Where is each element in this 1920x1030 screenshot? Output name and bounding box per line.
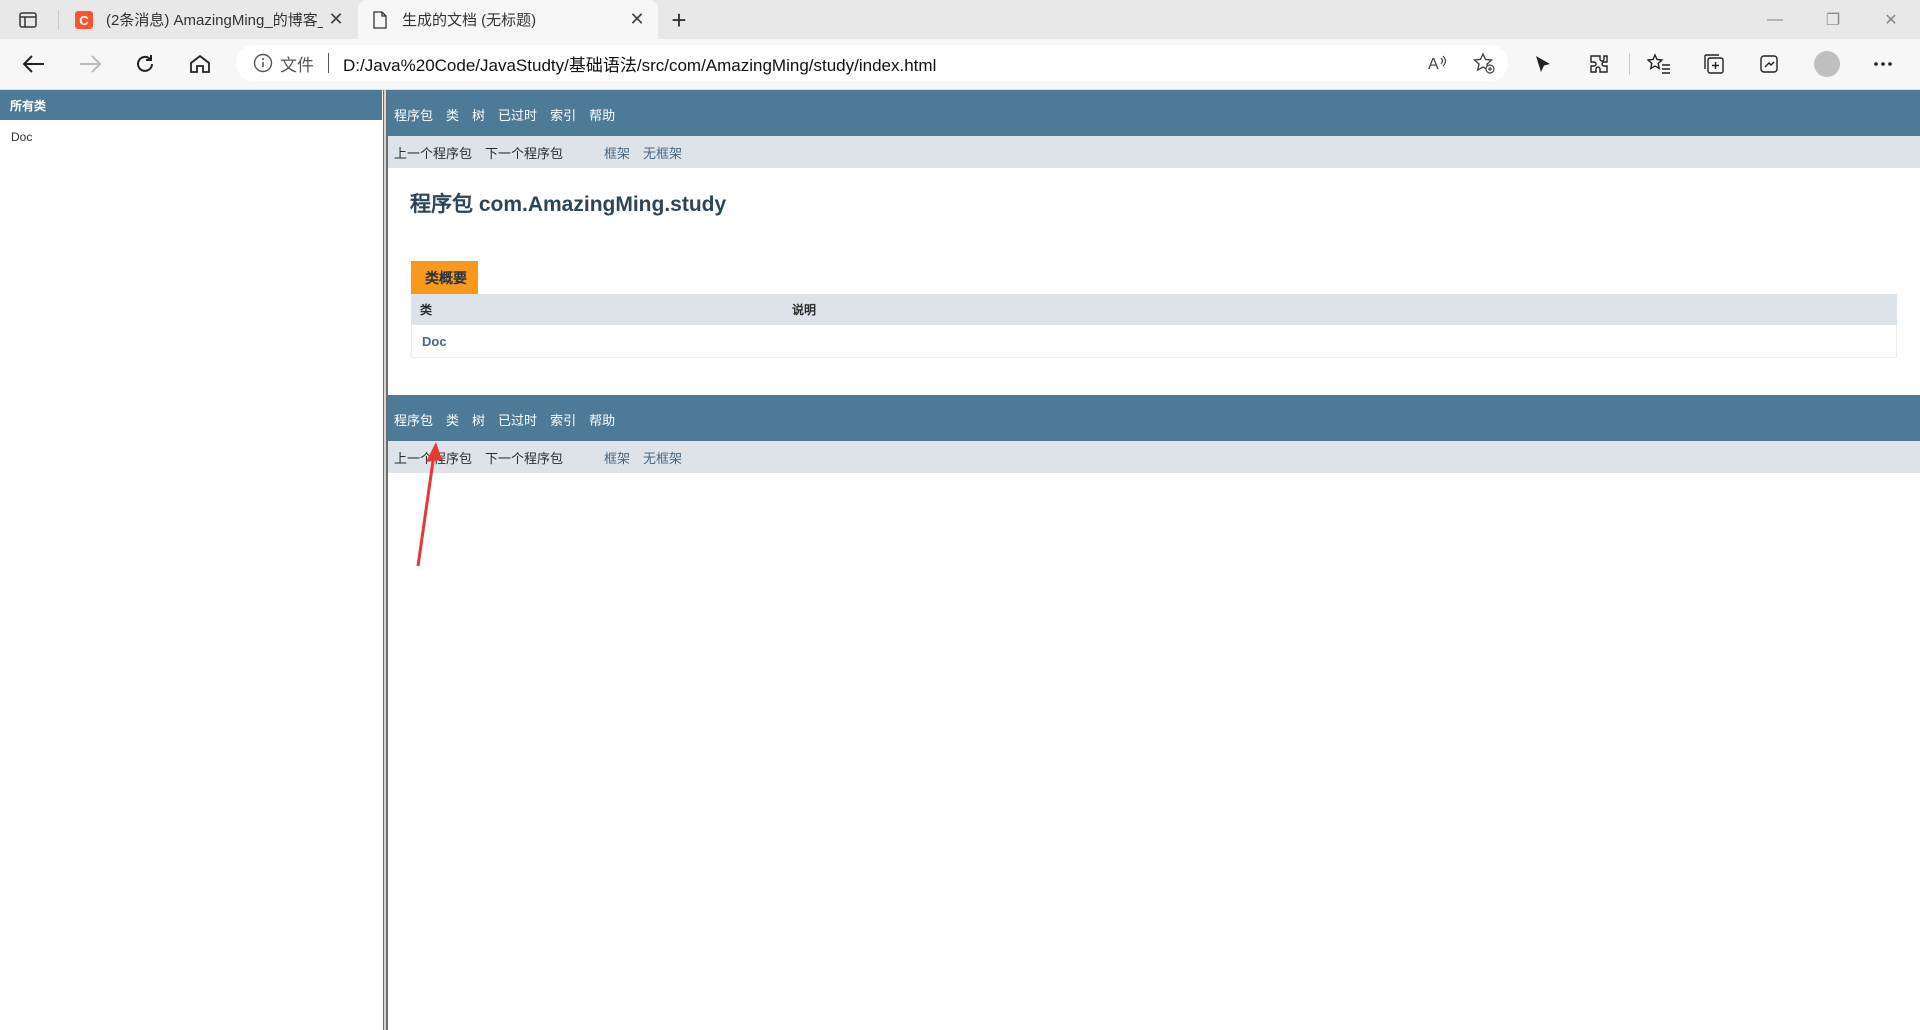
nav-class: 类 xyxy=(446,108,460,123)
nav-class: 类 xyxy=(446,413,460,428)
add-favorite-icon[interactable] xyxy=(1470,49,1498,77)
page-icon xyxy=(370,10,390,30)
nav-tree[interactable]: 树 xyxy=(472,105,485,124)
browser-toolbar: 文件 D:/Java%20Code/JavaStudty/基础语法/src/co… xyxy=(0,39,1920,90)
nav-index[interactable]: 索引 xyxy=(550,105,576,124)
class-summary-table: 类概要 类 说明 Doc xyxy=(411,261,1897,358)
bottom-nav: 程序包 类 树 已过时 索引 帮助 上一个程序包 下一个程序包 框架 无框架 xyxy=(388,395,1920,473)
nav-index[interactable]: 索引 xyxy=(550,410,576,429)
tab-title: (2条消息) AmazingMing_的博客_ xyxy=(106,12,323,29)
tab-bar: C (2条消息) AmazingMing_的博客_ ✕ 生成的文档 (无标题) … xyxy=(0,0,1920,39)
tab-actions-icon[interactable] xyxy=(14,7,42,33)
address-separator xyxy=(328,53,329,73)
profile-avatar[interactable] xyxy=(1811,48,1843,80)
nav-tree[interactable]: 树 xyxy=(472,410,485,429)
url-text[interactable]: D:/Java%20Code/JavaStudty/基础语法/src/com/A… xyxy=(343,51,936,76)
column-description: 说明 xyxy=(792,303,817,317)
extensions-icon[interactable] xyxy=(1583,48,1615,80)
no-frames-link[interactable]: 无框架 xyxy=(643,448,682,467)
forward-icon[interactable] xyxy=(72,47,108,81)
refresh-icon[interactable] xyxy=(127,47,163,81)
nav-deprecated[interactable]: 已过时 xyxy=(498,410,537,429)
nav-package: 程序包 xyxy=(394,413,434,428)
bottom-sub-nav-bar: 上一个程序包 下一个程序包 框架 无框架 xyxy=(388,441,1920,473)
nav-package: 程序包 xyxy=(394,108,434,123)
minimize-icon[interactable]: — xyxy=(1746,0,1804,39)
favorites-icon[interactable] xyxy=(1643,48,1675,80)
svg-text:C: C xyxy=(79,13,89,28)
next-package: 下一个程序包 xyxy=(485,450,564,466)
table-row: Doc xyxy=(411,325,1897,358)
cursor-extension-icon[interactable] xyxy=(1527,48,1559,80)
browser-essentials-icon[interactable] xyxy=(1753,48,1785,80)
frames-link[interactable]: 框架 xyxy=(604,448,630,467)
tab-docs[interactable]: 生成的文档 (无标题) ✕ xyxy=(358,0,658,39)
sub-nav-bar: 上一个程序包 下一个程序包 框架 无框架 xyxy=(388,136,1920,168)
column-class: 类 xyxy=(420,303,433,317)
no-frames-link[interactable]: 无框架 xyxy=(643,143,682,162)
summary-caption: 类概要 xyxy=(411,261,478,294)
nav-help[interactable]: 帮助 xyxy=(589,105,615,124)
collections-icon[interactable] xyxy=(1698,48,1730,80)
top-nav-bar: 程序包 类 树 已过时 索引 帮助 xyxy=(388,90,1920,136)
all-classes-heading: 所有类 xyxy=(0,90,382,120)
annotation-arrow xyxy=(416,442,442,567)
home-icon[interactable] xyxy=(182,47,218,81)
prev-package: 上一个程序包 xyxy=(394,145,473,161)
restore-icon[interactable]: ❐ xyxy=(1804,0,1862,39)
nav-deprecated[interactable]: 已过时 xyxy=(498,105,537,124)
class-link-doc[interactable]: Doc xyxy=(412,334,447,349)
read-aloud-icon[interactable]: A xyxy=(1424,49,1452,77)
address-bar[interactable]: 文件 D:/Java%20Code/JavaStudty/基础语法/src/co… xyxy=(236,45,1508,81)
security-label: 文件 xyxy=(280,55,314,75)
tab-csdn[interactable]: C (2条消息) AmazingMing_的博客_ ✕ xyxy=(62,0,357,39)
back-icon[interactable] xyxy=(16,47,52,81)
csdn-favicon-icon: C xyxy=(74,10,94,30)
page-content: 所有类 Doc 程序包 类 树 已过时 索引 帮助 上一个程序包 下一个程序包 … xyxy=(0,90,1920,1030)
next-package: 下一个程序包 xyxy=(485,145,564,161)
info-icon[interactable] xyxy=(252,52,274,74)
nav-help[interactable]: 帮助 xyxy=(589,410,615,429)
toolbar-separator xyxy=(1629,53,1630,75)
tab-separator xyxy=(58,10,59,30)
frames-link[interactable]: 框架 xyxy=(604,143,630,162)
more-options-icon[interactable] xyxy=(1867,48,1899,80)
close-window-icon[interactable]: ✕ xyxy=(1862,0,1920,39)
package-frame: 程序包 类 树 已过时 索引 帮助 上一个程序包 下一个程序包 框架 无框架 程… xyxy=(388,90,1920,1030)
new-tab-icon[interactable]: + xyxy=(664,5,694,35)
class-link-doc[interactable]: Doc xyxy=(0,120,382,154)
bottom-nav-bar: 程序包 类 树 已过时 索引 帮助 xyxy=(388,395,1920,441)
table-header: 类 说明 xyxy=(411,294,1897,325)
all-classes-frame: 所有类 Doc xyxy=(0,90,382,1030)
close-tab-icon[interactable]: ✕ xyxy=(624,7,650,33)
close-tab-icon[interactable]: ✕ xyxy=(323,7,349,33)
svg-text:A: A xyxy=(1428,56,1439,72)
tab-title: 生成的文档 (无标题) xyxy=(402,12,537,29)
page-title: 程序包 com.AmazingMing.study xyxy=(410,193,727,216)
